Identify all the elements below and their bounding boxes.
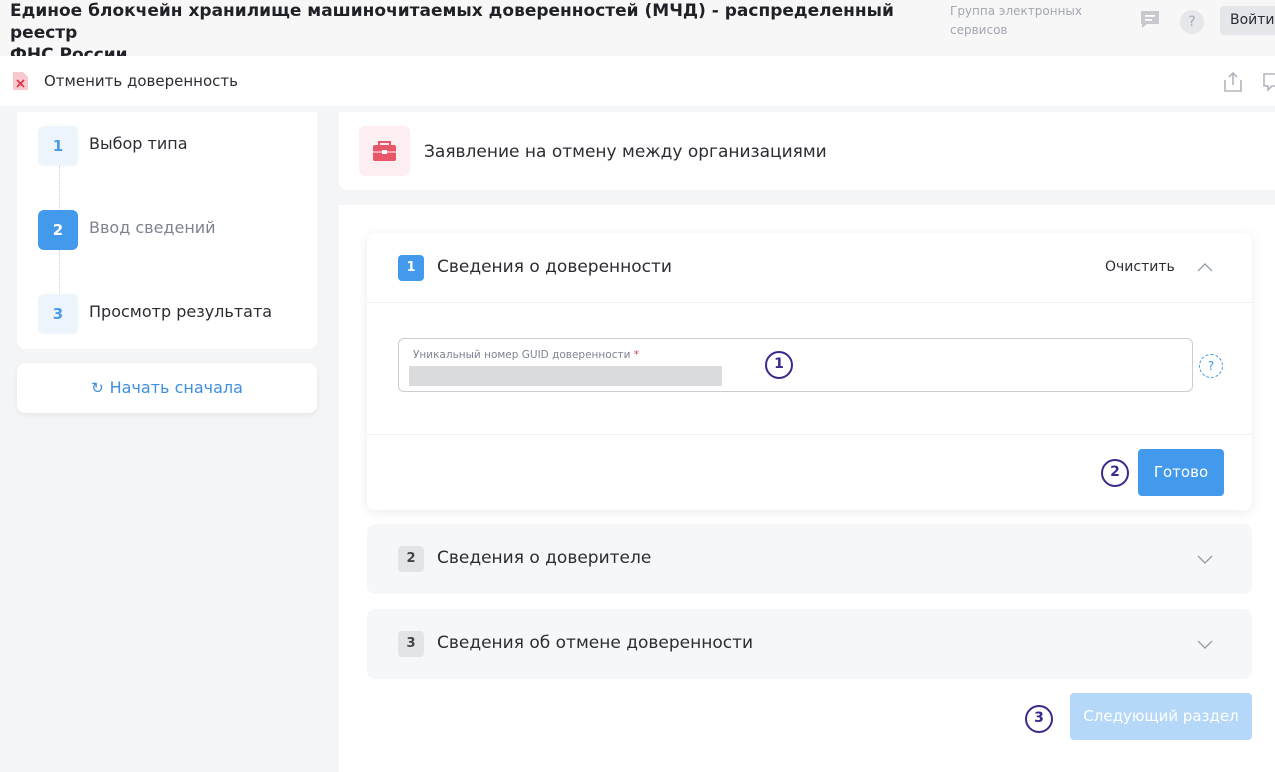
help-icon[interactable]: ? xyxy=(1180,10,1204,34)
step-number: 2 xyxy=(38,210,78,250)
service-group-link[interactable]: Группа электронных сервисов xyxy=(950,2,1110,40)
section-number: 1 xyxy=(398,255,424,281)
annotation-marker-2: 2 xyxy=(1101,459,1129,487)
annotation-marker-1: 1 xyxy=(765,351,793,379)
help-icon[interactable]: ? xyxy=(1199,354,1223,378)
guid-value-redacted xyxy=(409,366,722,386)
step-item-result[interactable]: 3 Просмотр результата xyxy=(38,294,272,334)
section-title: Сведения об отмене доверенности xyxy=(437,633,754,653)
document-cancel-icon xyxy=(13,72,28,90)
step-label: Выбор типа xyxy=(89,133,188,153)
step-number: 1 xyxy=(38,126,78,166)
step-connector xyxy=(59,166,60,216)
section-divider xyxy=(367,302,1252,303)
refresh-icon: ↻ xyxy=(91,379,104,397)
step-number: 3 xyxy=(38,294,78,334)
comment-icon[interactable] xyxy=(1262,70,1275,94)
chevron-up-icon[interactable] xyxy=(1195,258,1215,278)
page-toolbar: Отменить доверенность xyxy=(0,56,1275,106)
step-label: Ввод сведений xyxy=(89,217,216,237)
chevron-down-icon[interactable] xyxy=(1195,549,1215,569)
statement-type-title: Заявление на отмену между организациями xyxy=(424,142,827,162)
wizard-steps: 1 Выбор типа 2 Ввод сведений 3 Просмотр … xyxy=(17,112,317,349)
guid-input-label: Уникальный номер GUID доверенности * xyxy=(413,349,639,361)
ready-button[interactable]: Готово xyxy=(1138,449,1224,496)
guid-label-text: Уникальный номер GUID доверенности xyxy=(413,349,631,361)
statement-type-card: Заявление на отмену между организациями xyxy=(339,112,1275,190)
service-group-line-1: Группа электронных xyxy=(950,4,1082,18)
briefcase-icon xyxy=(359,126,410,176)
service-group-line-2: сервисов xyxy=(950,23,1008,37)
toolbar-title: Отменить доверенность xyxy=(44,72,238,90)
step-connector xyxy=(59,250,60,300)
step-item-input[interactable]: 2 Ввод сведений xyxy=(38,210,216,250)
step-item-type[interactable]: 1 Выбор типа xyxy=(38,126,188,166)
section-cancellation-info[interactable]: 3 Сведения об отмене доверенности xyxy=(367,609,1252,679)
chevron-down-icon[interactable] xyxy=(1195,634,1215,654)
page-title-line-1: Единое блокчейн хранилище машиночитаемых… xyxy=(10,1,894,43)
section-divider xyxy=(367,434,1252,435)
next-section-button[interactable]: Следующий раздел xyxy=(1070,693,1252,740)
section-title[interactable]: Сведения о доверенности xyxy=(437,257,672,277)
guid-input[interactable]: Уникальный номер GUID доверенности * xyxy=(398,338,1193,392)
section-title: Сведения о доверителе xyxy=(437,548,652,568)
required-mark: * xyxy=(633,349,640,361)
app-header: Единое блокчейн хранилище машиночитаемых… xyxy=(0,0,1275,65)
step-label: Просмотр результата xyxy=(89,301,273,321)
share-icon[interactable] xyxy=(1221,70,1245,94)
login-button[interactable]: Войти xyxy=(1220,6,1275,35)
restart-label: Начать сначала xyxy=(109,378,243,397)
restart-button[interactable]: ↻ Начать сначала xyxy=(17,363,317,413)
clear-button[interactable]: Очистить xyxy=(1105,259,1175,275)
section-number: 2 xyxy=(398,546,424,572)
section-number: 3 xyxy=(398,631,424,657)
chat-icon[interactable] xyxy=(1139,10,1161,30)
annotation-marker-3: 3 xyxy=(1025,705,1053,733)
section-principal-info[interactable]: 2 Сведения о доверителе xyxy=(367,524,1252,594)
